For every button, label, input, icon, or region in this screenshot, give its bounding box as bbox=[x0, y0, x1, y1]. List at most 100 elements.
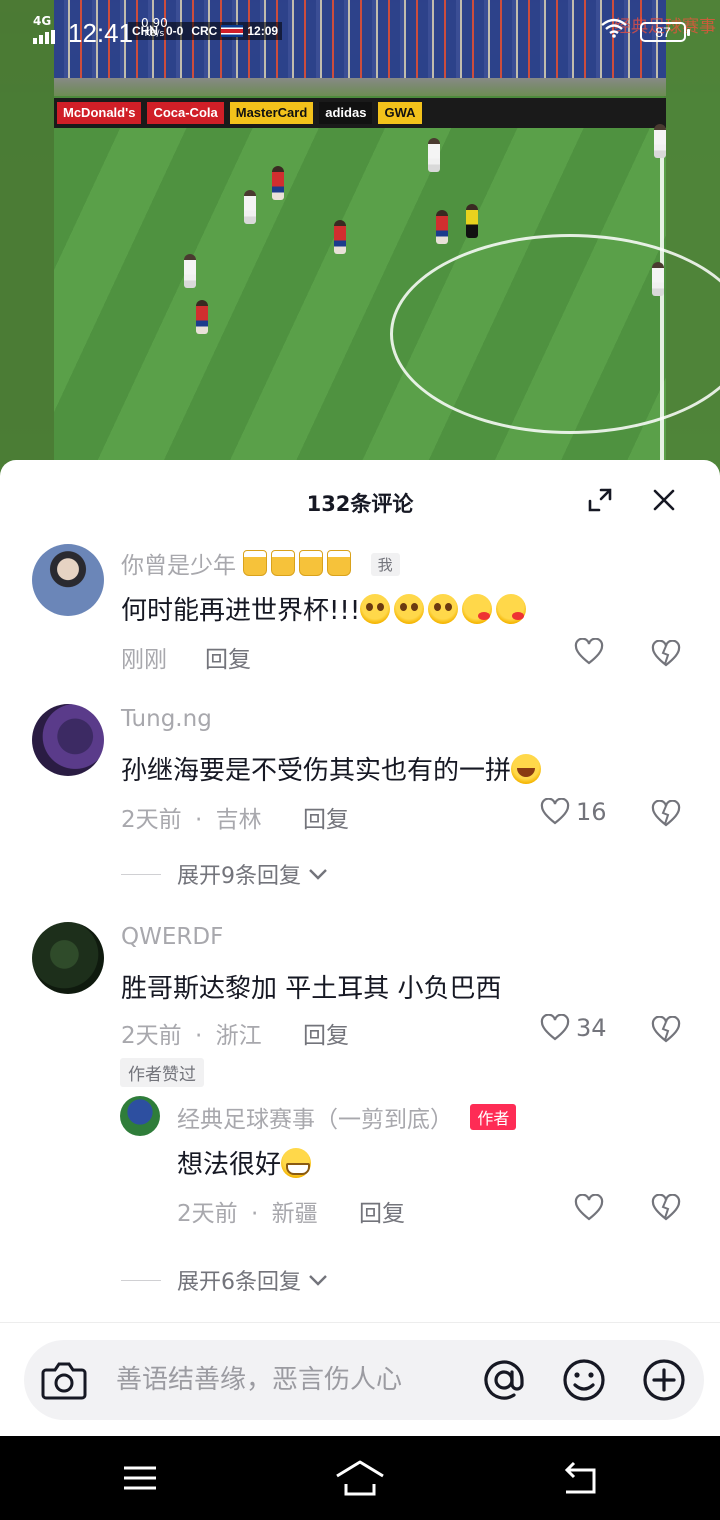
comment-text-row[interactable]: 孙继海要是不受伤其实也有的一拼 bbox=[121, 750, 545, 787]
broken-heart-icon[interactable] bbox=[651, 1016, 681, 1044]
advertising-boards: McDonald's Coca-Cola MasterCard adidas G… bbox=[54, 98, 666, 128]
comment-meta: 2天前 · 吉林 bbox=[121, 800, 262, 834]
avatar[interactable] bbox=[32, 704, 104, 776]
comment-text: 孙继海要是不受伤其实也有的一拼 bbox=[121, 756, 512, 786]
player-white bbox=[652, 262, 664, 296]
expand-divider bbox=[121, 1279, 161, 1281]
avatar[interactable] bbox=[32, 544, 104, 616]
comment-item[interactable]: Tung.ng 孙继海要是不受伤其实也有的一拼 2天前 · 吉林 回复 16 展… bbox=[0, 702, 720, 902]
meta-separator: · bbox=[194, 807, 203, 833]
comment-item[interactable]: QWERDF 胜哥斯达黎加 平土耳其 小负巴西 2天前 · 浙江 回复 34 作… bbox=[0, 920, 720, 1310]
ad-board-item: adidas bbox=[319, 102, 373, 124]
player-white bbox=[428, 138, 440, 172]
comment-item[interactable]: 你曾是少年 我 何时能再进世界杯!!! 刚刚 回复 bbox=[0, 542, 720, 674]
reply-author-name: 经典足球赛事（一剪到底） bbox=[177, 1107, 453, 1133]
network-speed-value: 0.90 bbox=[141, 16, 168, 30]
comment-time: 2天前 bbox=[121, 807, 182, 833]
comment-author[interactable]: QWERDF bbox=[121, 924, 223, 950]
player-white bbox=[184, 254, 196, 288]
like-button[interactable]: 16 bbox=[540, 798, 607, 826]
referee bbox=[466, 204, 478, 238]
reply-text-row[interactable]: 想法很好 bbox=[177, 1144, 315, 1181]
like-button[interactable]: 34 bbox=[540, 1014, 607, 1042]
player-red bbox=[436, 210, 448, 244]
network-type: 4G bbox=[33, 14, 52, 28]
reply-button[interactable]: 回复 bbox=[205, 640, 251, 674]
pleading-emoji-icon bbox=[428, 594, 459, 624]
reply-location: 新疆 bbox=[271, 1201, 318, 1227]
like-count: 16 bbox=[576, 798, 607, 826]
wifi-icon bbox=[601, 18, 627, 38]
avatar[interactable] bbox=[32, 922, 104, 994]
comment-input-bar bbox=[24, 1340, 704, 1420]
drooling-emoji-icon bbox=[462, 594, 493, 624]
reply-button[interactable]: 回复 bbox=[303, 800, 349, 834]
player-red bbox=[196, 300, 208, 334]
camera-icon[interactable] bbox=[40, 1358, 88, 1402]
menu-icon[interactable] bbox=[122, 1460, 158, 1496]
expand-icon[interactable] bbox=[586, 486, 614, 514]
author-liked-tag: 作者赞过 bbox=[120, 1058, 204, 1087]
heart-icon bbox=[540, 1014, 570, 1041]
pleading-emoji-icon bbox=[394, 594, 425, 624]
meta-separator: · bbox=[194, 1023, 203, 1049]
expand-replies-button[interactable]: 展开9条回复 bbox=[121, 858, 329, 890]
comment-text[interactable]: 胜哥斯达黎加 平土耳其 小负巴西 bbox=[121, 968, 502, 1005]
meta-separator: · bbox=[250, 1201, 259, 1227]
halfway-line bbox=[660, 128, 664, 480]
center-circle bbox=[390, 234, 720, 434]
comment-text-row[interactable]: 何时能再进世界杯!!! bbox=[121, 590, 530, 627]
comment-time: 刚刚 bbox=[121, 647, 167, 673]
author-badge: 作者 bbox=[470, 1104, 517, 1130]
heart-icon bbox=[540, 798, 570, 825]
ad-board-item: McDonald's bbox=[57, 102, 142, 124]
ad-board-item: Coca-Cola bbox=[147, 102, 224, 124]
emoji-icon[interactable] bbox=[560, 1356, 608, 1404]
network-speed: 0.90 KB/s bbox=[141, 16, 168, 40]
reply-button[interactable]: 回复 bbox=[303, 1016, 349, 1050]
player-white bbox=[654, 124, 666, 158]
input-divider bbox=[0, 1322, 720, 1323]
back-icon[interactable] bbox=[560, 1460, 600, 1496]
reply-meta: 2天前 · 新疆 bbox=[177, 1194, 318, 1228]
status-bar: 4G 12:41 0.90 KB/s 87 bbox=[0, 0, 720, 62]
comment-input[interactable] bbox=[116, 1362, 466, 1398]
home-icon[interactable] bbox=[334, 1458, 386, 1498]
system-navigation-bar bbox=[0, 1436, 720, 1520]
player-white bbox=[244, 190, 256, 224]
expand-replies-button[interactable]: 展开6条回复 bbox=[121, 1264, 329, 1296]
beer-emoji-icon bbox=[299, 550, 324, 576]
comment-author[interactable]: 你曾是少年 我 bbox=[121, 546, 400, 580]
heart-icon bbox=[574, 638, 604, 665]
close-icon[interactable] bbox=[650, 486, 678, 514]
reply-button[interactable]: 回复 bbox=[359, 1194, 405, 1228]
avatar[interactable] bbox=[120, 1096, 160, 1136]
comment-location: 吉林 bbox=[215, 807, 262, 833]
reply-item[interactable]: 经典足球赛事（一剪到底） 作者 想法很好 2天前 · 新疆 回复 bbox=[0, 1096, 720, 1236]
like-button[interactable] bbox=[574, 638, 610, 666]
grin-emoji-icon bbox=[281, 1148, 312, 1178]
comments-panel: 132条评论 你曾是少年 我 何时能再进世界杯!!! 刚刚 回复 Tung.ng… bbox=[0, 460, 720, 1436]
comment-text: 何时能再进世界杯!!! bbox=[121, 596, 361, 626]
reply-author[interactable]: 经典足球赛事（一剪到底） 作者 bbox=[177, 1100, 517, 1134]
reply-time: 2天前 bbox=[177, 1201, 238, 1227]
player-red bbox=[272, 166, 284, 200]
football-pitch bbox=[54, 124, 720, 480]
video-blur-left bbox=[0, 0, 54, 480]
broken-heart-icon[interactable] bbox=[651, 1194, 681, 1222]
signal-icon bbox=[33, 30, 55, 44]
heart-icon[interactable] bbox=[574, 1194, 604, 1222]
broken-heart-icon[interactable] bbox=[651, 640, 681, 668]
plus-icon[interactable] bbox=[640, 1356, 688, 1404]
reply-text: 想法很好 bbox=[177, 1150, 282, 1180]
comment-author-name: 你曾是少年 bbox=[121, 553, 236, 579]
chevron-down-icon bbox=[309, 869, 327, 880]
drooling-emoji-icon bbox=[496, 594, 527, 624]
at-icon[interactable] bbox=[480, 1356, 528, 1404]
self-badge: 我 bbox=[370, 553, 400, 576]
player-red bbox=[334, 220, 346, 254]
video-player[interactable]: McDonald's Coca-Cola MasterCard adidas G… bbox=[0, 0, 720, 480]
broken-heart-icon[interactable] bbox=[651, 800, 681, 828]
expand-replies-label: 展开9条回复 bbox=[177, 864, 301, 889]
comment-author[interactable]: Tung.ng bbox=[121, 706, 212, 732]
